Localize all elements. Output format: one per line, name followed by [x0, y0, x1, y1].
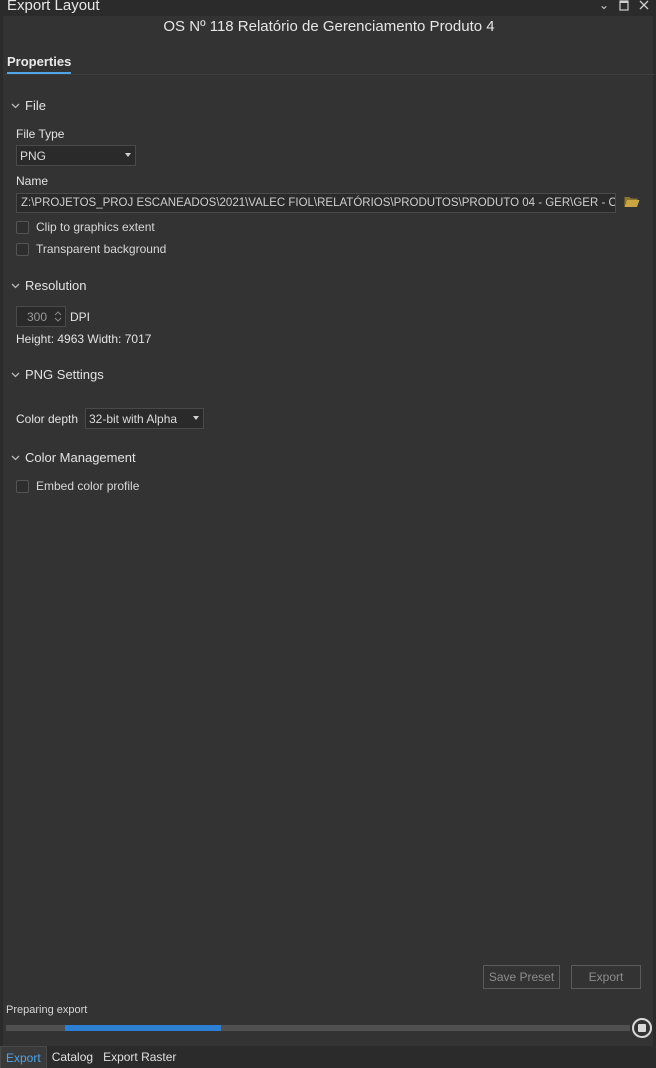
dpi-unit-label: DPI	[70, 310, 91, 324]
progress-fill	[65, 1025, 222, 1031]
transparent-background-option[interactable]: Transparent background	[16, 242, 166, 256]
section-color-management-title: Color Management	[25, 450, 136, 465]
embed-color-profile-label: Embed color profile	[36, 479, 140, 493]
embed-color-profile-checkbox[interactable]	[16, 479, 29, 493]
tab-export-raster[interactable]: Export Raster	[98, 1046, 181, 1068]
section-file-header[interactable]: File	[11, 98, 46, 113]
file-type-value: PNG	[20, 149, 47, 163]
section-png-settings-header[interactable]: PNG Settings	[11, 367, 104, 382]
clip-extent-option[interactable]: Clip to graphics extent	[16, 220, 155, 234]
close-icon[interactable]	[638, 0, 650, 12]
progress-bar	[6, 1025, 630, 1031]
stepper-arrows-icon[interactable]	[53, 309, 63, 324]
chevron-down-icon	[11, 453, 21, 463]
dpi-value: 300	[27, 310, 48, 324]
tab-catalog[interactable]: Catalog	[47, 1046, 98, 1068]
name-label: Name	[16, 174, 49, 188]
export-panel: OS Nº 118 Relatório de Gerenciamento Pro…	[2, 16, 655, 1046]
section-file-title: File	[25, 98, 46, 113]
file-type-label: File Type	[16, 127, 65, 141]
tab-export[interactable]: Export	[0, 1046, 47, 1068]
chevron-down-icon[interactable]: ⌄	[598, 0, 610, 12]
chevron-down-icon	[11, 370, 21, 380]
bottom-tab-strip: Export Catalog Export Raster	[0, 1046, 656, 1068]
transparent-background-label: Transparent background	[36, 242, 167, 256]
export-button[interactable]: Export	[571, 965, 641, 989]
chevron-down-icon	[11, 101, 21, 111]
color-depth-select[interactable]: 32-bit with Alpha	[85, 408, 204, 429]
pixel-dimensions: Height: 4963 Width: 7017	[16, 332, 152, 346]
stop-export-button[interactable]	[632, 1018, 652, 1038]
section-resolution-header[interactable]: Resolution	[11, 278, 86, 293]
file-type-select[interactable]: PNG	[16, 145, 136, 166]
pane-header: Export Layout ⌄	[0, 0, 656, 16]
section-resolution-title: Resolution	[25, 278, 87, 293]
dropdown-caret-icon	[193, 416, 199, 420]
section-color-management-header[interactable]: Color Management	[11, 450, 136, 465]
document-title: OS Nº 118 Relatório de Gerenciamento Pro…	[163, 18, 495, 35]
clip-extent-checkbox[interactable]	[16, 220, 29, 234]
color-depth-label: Color depth	[16, 412, 79, 426]
transparent-background-checkbox[interactable]	[16, 242, 29, 256]
name-input[interactable]: Z:\PROJETOS_PROJ ESCANEADOS\2021\VALEC F…	[16, 193, 616, 213]
clip-extent-label: Clip to graphics extent	[36, 220, 155, 234]
embed-color-profile-option[interactable]: Embed color profile	[16, 479, 139, 493]
tab-properties[interactable]: Properties	[7, 54, 71, 69]
pane-controls: ⌄	[598, 0, 650, 12]
tab-divider	[3, 74, 655, 75]
status-text: Preparing export	[6, 1004, 88, 1016]
maximize-icon[interactable]	[618, 0, 630, 12]
stop-icon	[638, 1024, 646, 1032]
folder-open-icon[interactable]	[624, 196, 640, 208]
dropdown-caret-icon	[125, 153, 131, 157]
section-png-settings-title: PNG Settings	[25, 367, 104, 382]
save-preset-button[interactable]: Save Preset	[483, 965, 560, 989]
name-value: Z:\PROJETOS_PROJ ESCANEADOS\2021\VALEC F…	[21, 197, 616, 209]
pane-title: Export Layout	[7, 0, 100, 14]
color-depth-value: 32-bit with Alpha	[89, 412, 178, 426]
dpi-stepper[interactable]: 300	[16, 306, 66, 327]
chevron-down-icon	[11, 281, 21, 291]
